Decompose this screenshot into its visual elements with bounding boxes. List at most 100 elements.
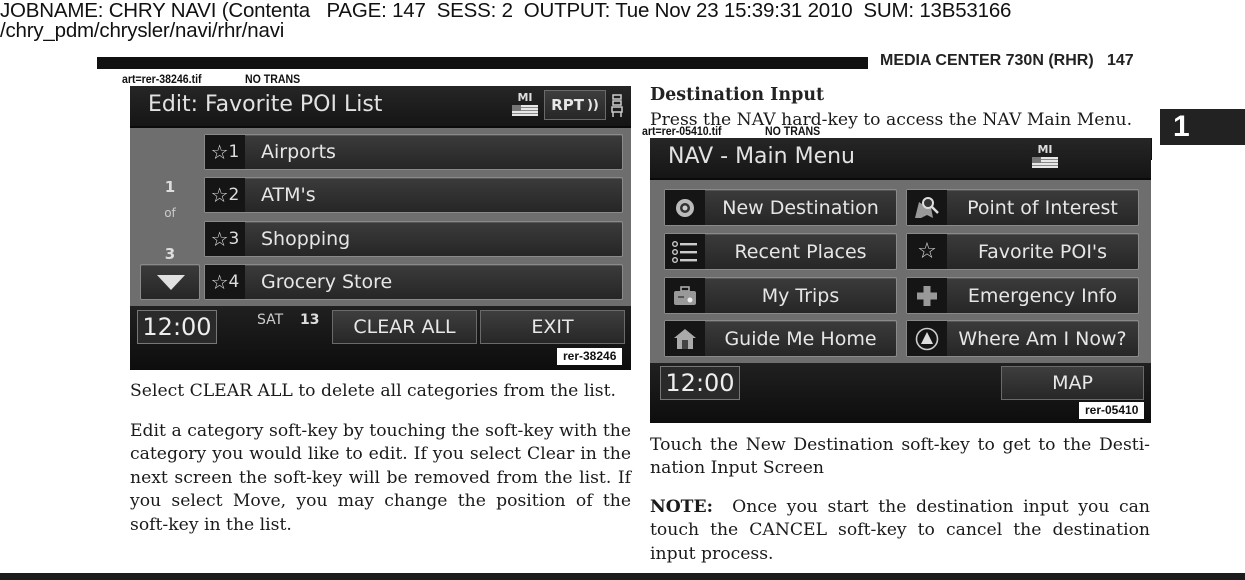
star-icon: ☆ xyxy=(917,239,937,264)
icon-cell xyxy=(665,321,705,356)
running-head-bar xyxy=(97,57,487,69)
poi-item-icon: ☆ 4 xyxy=(205,265,245,299)
page-bottom-rule xyxy=(0,573,1245,580)
clock[interactable]: 12:00 xyxy=(660,366,740,400)
poi-item-number: 2 xyxy=(228,185,240,205)
new-destination-button[interactable]: New Destination xyxy=(664,189,897,226)
poi-item-label: Shopping xyxy=(261,228,351,250)
screen-title: NAV - Main Menu xyxy=(668,144,855,169)
clear-all-paragraph: Select CLEAR ALL to delete all categorie… xyxy=(130,381,617,401)
running-head-bar-right xyxy=(640,57,868,69)
poi-item-number: 1 xyxy=(228,142,240,162)
edit-category-paragraph: Edit a category soft-key by touching the… xyxy=(130,421,631,535)
cross-icon xyxy=(917,285,937,306)
rpt-label: RPT xyxy=(551,96,584,114)
seat-icon xyxy=(611,94,623,118)
day-label: SAT xyxy=(257,312,284,328)
region-label: MI xyxy=(1037,143,1053,156)
home-icon xyxy=(674,328,696,349)
icon-cell xyxy=(665,234,705,269)
target-icon xyxy=(676,198,694,217)
screen-title-bar: NAV - Main Menu MI xyxy=(650,138,1151,180)
poi-list-item[interactable]: ☆ 2 ATM's xyxy=(204,177,623,213)
rpt-button[interactable]: RPT )) xyxy=(544,90,606,120)
us-flag-icon xyxy=(512,105,538,116)
icon-cell xyxy=(665,190,705,225)
page-number: 147 xyxy=(1107,52,1134,69)
new-destination-paragraph: Touch the New Destination soft-key to ge… xyxy=(650,434,1150,481)
note-text: Once you start the destination input you… xyxy=(650,497,1150,564)
poi-item-label: Airports xyxy=(261,141,336,163)
job-header-line-1: JOBNAME: CHRY NAVI (Contenta PAGE: 147 S… xyxy=(0,0,1012,22)
navigation-arrow-icon xyxy=(915,327,939,350)
page-of: of xyxy=(164,206,176,220)
where-am-i-now-button[interactable]: Where Am I Now? xyxy=(906,320,1139,357)
page-total: 3 xyxy=(164,245,176,263)
region-flag: MI xyxy=(1032,144,1058,168)
menu-label: Favorite POI's xyxy=(977,240,1108,263)
left-trans-note: NO TRANS xyxy=(245,72,301,86)
poi-item-icon: ☆ 3 xyxy=(205,222,245,256)
section-heading: Destination Input xyxy=(650,85,825,105)
poi-list-item[interactable]: ☆ 4 Grocery Store xyxy=(204,264,623,300)
sound-wave-icon: )) xyxy=(586,97,599,113)
star-icon: ☆ xyxy=(210,183,229,207)
guide-me-home-button[interactable]: Guide Me Home xyxy=(664,320,897,357)
job-header-line-2: /chry_pdm/chrysler/navi/rhr/navi xyxy=(0,19,285,42)
recent-places-button[interactable]: Recent Places xyxy=(664,233,897,270)
right-art-file: art=rer-05410.tif xyxy=(642,124,722,138)
favorite-poi-edit-screen: Edit: Favorite POI List MI RPT )) 1 of 3… xyxy=(130,86,631,370)
poi-list-item[interactable]: ☆ 1 Airports xyxy=(204,134,623,170)
left-art-file: art=rer-38246.tif xyxy=(122,72,202,86)
triangle-down-icon xyxy=(157,275,185,290)
running-head-title: MEDIA CENTER 730N (RHR) xyxy=(880,52,1094,69)
poi-list-item[interactable]: ☆ 3 Shopping xyxy=(204,221,623,257)
us-flag-icon xyxy=(1032,157,1058,168)
nav-main-menu-screen: NAV - Main Menu MI New Destination Point… xyxy=(650,138,1151,423)
note-label: NOTE: xyxy=(650,497,713,517)
poi-item-icon: ☆ 2 xyxy=(205,178,245,212)
menu-label: My Trips xyxy=(761,284,840,307)
page-current: 1 xyxy=(164,178,176,196)
star-icon: ☆ xyxy=(210,227,229,251)
screen-title-bar: Edit: Favorite POI List MI RPT )) xyxy=(130,86,631,128)
favorite-pois-button[interactable]: ☆ Favorite POI's xyxy=(906,233,1139,270)
menu-label: Where Am I Now? xyxy=(958,327,1127,350)
icon-cell xyxy=(665,278,705,313)
menu-label: Guide Me Home xyxy=(724,327,877,350)
section-tab: 1 xyxy=(1160,109,1245,145)
map-button[interactable]: MAP xyxy=(1001,366,1144,400)
poi-item-number: 4 xyxy=(228,272,240,292)
map-search-icon xyxy=(915,196,939,218)
exit-button[interactable]: EXIT xyxy=(480,310,625,344)
art-id-label: rer-38246 xyxy=(557,348,623,365)
right-trans-note: NO TRANS xyxy=(765,124,821,138)
clock[interactable]: 12:00 xyxy=(137,310,217,344)
region-label: MI xyxy=(517,91,533,104)
screen-title: Edit: Favorite POI List xyxy=(148,92,383,117)
icon-cell xyxy=(907,190,947,225)
clear-all-button[interactable]: CLEAR ALL xyxy=(332,310,477,344)
icon-cell xyxy=(907,321,947,356)
suitcase-icon xyxy=(674,285,696,305)
my-trips-button[interactable]: My Trips xyxy=(664,277,897,314)
list-icon xyxy=(672,240,697,263)
note-paragraph: NOTE: Once you start the destination inp… xyxy=(650,496,1150,566)
poi-item-icon: ☆ 1 xyxy=(205,135,245,169)
running-head: MEDIA CENTER 730N (RHR) 147 xyxy=(880,52,1134,70)
menu-label: Point of Interest xyxy=(967,196,1118,219)
poi-item-label: Grocery Store xyxy=(261,271,393,293)
menu-label: Emergency Info xyxy=(967,284,1118,307)
scroll-down-button[interactable] xyxy=(140,264,200,300)
icon-cell: ☆ xyxy=(907,234,947,269)
star-icon: ☆ xyxy=(210,270,229,294)
region-flag: MI xyxy=(512,92,538,116)
intro-paragraph: Press the NAV hard-key to access the NAV… xyxy=(650,110,1133,130)
new-destination-text: Touch the New Destination soft-key to ge… xyxy=(650,435,1150,479)
art-id-label: rer-05410 xyxy=(1079,402,1145,419)
emergency-info-button[interactable]: Emergency Info xyxy=(906,277,1139,314)
poi-item-label: ATM's xyxy=(261,184,316,206)
icon-cell xyxy=(907,278,947,313)
point-of-interest-button[interactable]: Point of Interest xyxy=(906,189,1139,226)
star-icon: ☆ xyxy=(210,140,229,164)
